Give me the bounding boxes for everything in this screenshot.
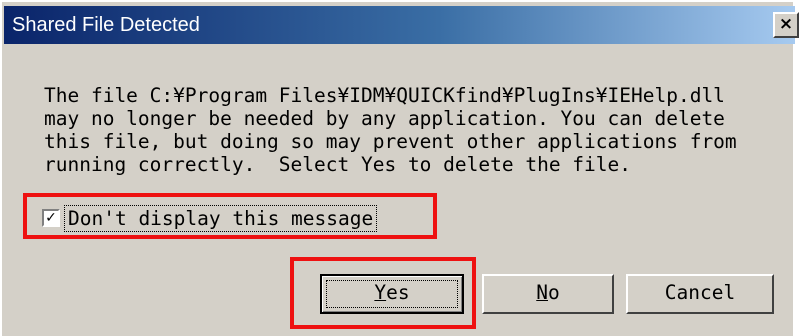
title-bar[interactable]: Shared File Detected × xyxy=(4,6,799,44)
dont-display-checkbox[interactable]: ✓ xyxy=(42,209,60,227)
cancel-button[interactable]: Cancel xyxy=(626,274,774,314)
message-line: this file, but doing so may prevent othe… xyxy=(44,130,737,153)
dialog-title: Shared File Detected xyxy=(12,14,200,36)
focus-rectangle xyxy=(326,280,458,308)
message-text: The file C:¥Program Files¥IDM¥QUICKfind¥… xyxy=(44,84,764,176)
dont-display-checkbox-label[interactable]: Don't display this message xyxy=(63,205,378,232)
yes-button[interactable]: Yes xyxy=(320,274,464,314)
shared-file-dialog: Shared File Detected × The file C:¥Progr… xyxy=(0,0,799,336)
close-icon[interactable]: × xyxy=(773,12,799,38)
no-button[interactable]: No xyxy=(482,274,614,314)
message-line: The file C:¥Program Files¥IDM¥QUICKfind¥… xyxy=(44,84,725,107)
message-line: may no longer be needed by any applicati… xyxy=(44,107,725,130)
message-line: running correctly. Select Yes to delete … xyxy=(44,153,631,176)
